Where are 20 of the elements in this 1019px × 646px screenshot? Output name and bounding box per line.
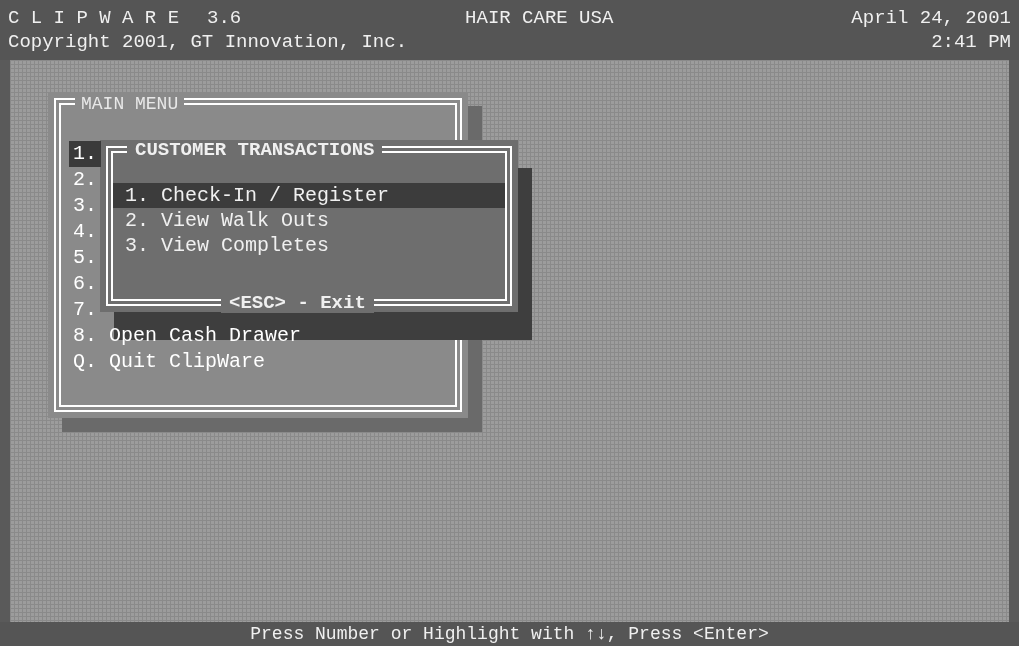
main-menu-item[interactable]: Q. Quit ClipWare bbox=[69, 349, 270, 375]
dialog-footer[interactable]: <ESC> - Exit bbox=[221, 293, 374, 313]
main-menu-item[interactable]: 4. bbox=[69, 219, 101, 245]
app-name: C L I P W A R E bbox=[8, 6, 180, 30]
main-menu-item[interactable]: 6. bbox=[69, 271, 101, 297]
main-menu-item[interactable]: 5. bbox=[69, 245, 101, 271]
main-menu-item[interactable]: 8. Open Cash Drawer bbox=[69, 323, 306, 349]
main-menu-item[interactable]: 1. bbox=[69, 141, 101, 167]
status-text: Press Number or Highlight with ↑↓, Press <Enter> bbox=[250, 623, 769, 646]
dialog-menu-item[interactable]: 2. View Walk Outs bbox=[113, 208, 505, 233]
time-text: 2:41 PM bbox=[931, 30, 1011, 54]
main-menu-item[interactable]: 7. bbox=[69, 297, 101, 323]
main-menu-item[interactable]: 2. bbox=[69, 167, 101, 193]
company-name: HAIR CARE USA bbox=[465, 6, 614, 31]
copyright-text: Copyright 2001, GT Innovation, Inc. bbox=[8, 30, 408, 54]
dialog-menu-item[interactable]: 3. View Completes bbox=[113, 233, 505, 258]
version-text: 3.6 bbox=[207, 6, 242, 30]
main-menu-item[interactable]: 3. bbox=[69, 193, 101, 219]
dialog-menu-item[interactable]: 1. Check-In / Register bbox=[113, 183, 505, 208]
date-text: April 24, 2001 bbox=[851, 6, 1011, 30]
